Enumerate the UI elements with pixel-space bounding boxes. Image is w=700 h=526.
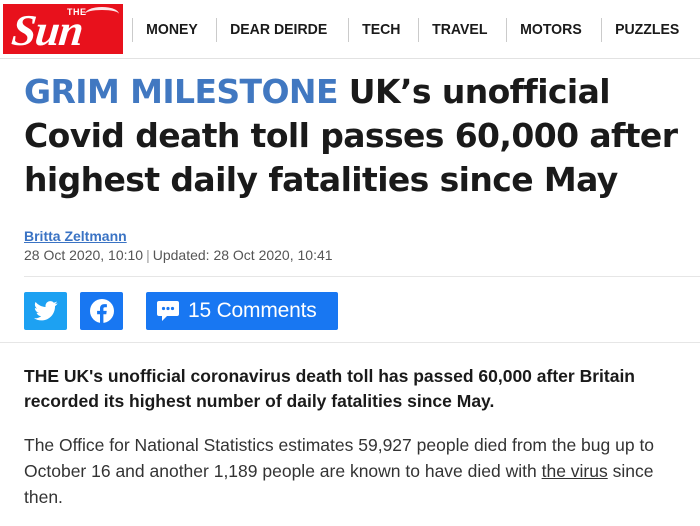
- nav-item-dear-deirde[interactable]: DEAR DEIRDE: [216, 18, 340, 42]
- article-headline: GRIM MILESTONE UK’s unofficial Covid dea…: [24, 70, 694, 202]
- facebook-f-icon: [89, 299, 114, 323]
- updated-date: Updated: 28 Oct 2020, 10:41: [152, 247, 333, 263]
- share-divider-top: [24, 276, 700, 277]
- nav-item-tech[interactable]: TECH: [348, 18, 414, 42]
- logo-wordmark: Sun: [9, 6, 86, 54]
- nav-item-motors[interactable]: MOTORS: [506, 18, 595, 42]
- article-standfirst: THE UK's unofficial coronavirus death to…: [24, 366, 635, 411]
- comments-label: 15 Comments: [188, 299, 317, 322]
- twitter-share-button[interactable]: [24, 292, 67, 330]
- main-nav: MONEY DEAR DEIRDE TECH TRAVEL MOTORS PUZ…: [132, 18, 698, 42]
- facebook-share-button[interactable]: [80, 292, 123, 330]
- twitter-bird-icon: [33, 301, 58, 321]
- site-header: THE Sun MONEY DEAR DEIRDE TECH TRAVEL MO…: [0, 0, 700, 58]
- speech-bubble-icon: [156, 300, 180, 322]
- author-link[interactable]: Britta Zeltmann: [24, 228, 127, 244]
- headline-kicker: GRIM MILESTONE: [24, 72, 338, 111]
- nav-item-puzzles[interactable]: PUZZLES: [600, 18, 693, 42]
- comments-button[interactable]: 15 Comments: [146, 292, 338, 330]
- the-virus-link[interactable]: the virus: [542, 461, 608, 481]
- date-separator: |: [146, 247, 150, 263]
- sun-logo[interactable]: THE Sun: [3, 4, 123, 54]
- nav-item-money[interactable]: MONEY: [132, 18, 211, 42]
- header-divider: [0, 58, 700, 59]
- share-divider-bottom: [0, 342, 700, 343]
- nav-item-travel[interactable]: TRAVEL: [418, 18, 501, 42]
- logo-swoosh: [85, 7, 119, 21]
- published-date: 28 Oct 2020, 10:10: [24, 247, 144, 263]
- article-paragraph: The Office for National Statistics estim…: [24, 432, 684, 510]
- article-dates: 28 Oct 2020, 10:10 | Updated: 28 Oct 2020,…: [24, 247, 333, 263]
